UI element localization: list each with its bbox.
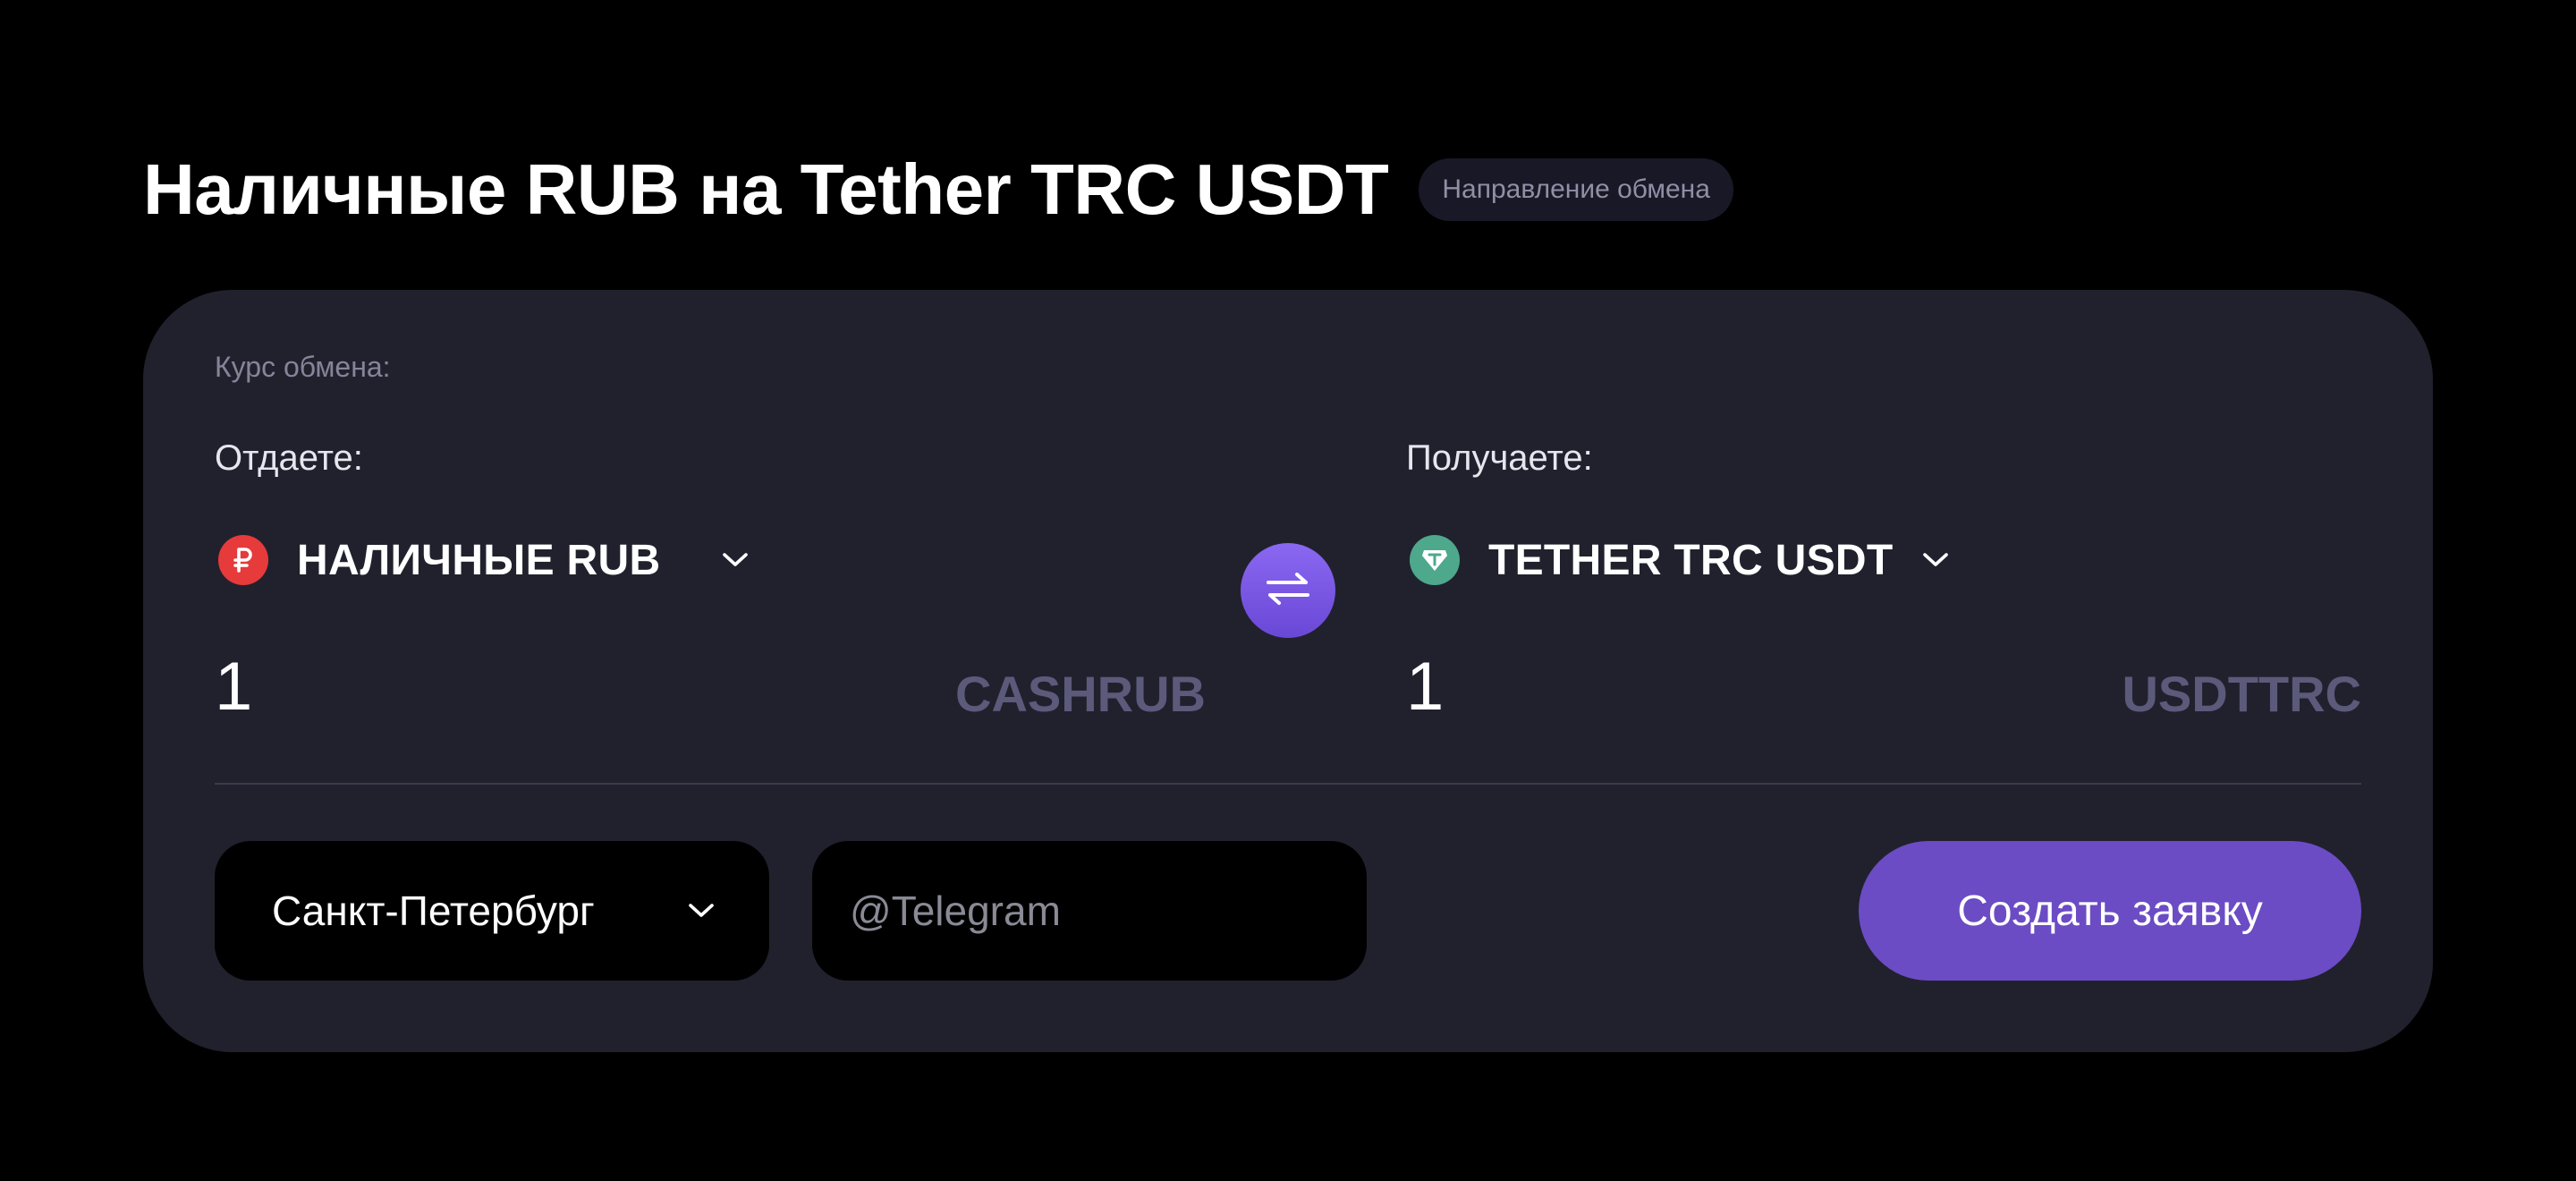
give-amount[interactable]	[215, 648, 483, 726]
give-currency-name: НАЛИЧНЫЕ RUB	[297, 536, 661, 584]
chevron-down-icon	[683, 893, 719, 929]
telegram-field[interactable]	[812, 841, 1367, 981]
exchange-card: Курс обмена: Отдаете: НАЛИЧНЫЕ RUB CASHR…	[143, 290, 2433, 1052]
receive-currency-code: USDTTRC	[2122, 666, 2361, 722]
chevron-down-icon	[717, 542, 753, 578]
give-currency-select[interactable]: НАЛИЧНЫЕ RUB	[218, 524, 753, 596]
divider	[215, 783, 2361, 785]
city-value: Санкт-Петербург	[272, 888, 595, 934]
direction-badge: Направление обмена	[1419, 158, 1733, 221]
ruble-coin-icon	[218, 535, 268, 585]
give-currency-code: CASHRUB	[955, 666, 1206, 722]
page-title: Наличные RUB на Tether TRC USDT	[143, 149, 1389, 229]
page-header: Наличные RUB на Tether TRC USDT Направле…	[143, 143, 1733, 236]
receive-amount-input[interactable]	[1406, 648, 1674, 726]
tether-coin-icon	[1410, 535, 1460, 585]
telegram-input[interactable]	[848, 886, 1331, 936]
receive-currency-name: TETHER TRC USDT	[1488, 536, 1894, 584]
city-select[interactable]: Санкт-Петербург	[215, 841, 769, 981]
give-amount-input[interactable]	[215, 648, 483, 726]
chevron-down-icon	[1918, 542, 1953, 578]
receive-label: Получаете:	[1406, 438, 1593, 478]
exchange-rate-label: Курс обмена:	[215, 351, 391, 383]
swap-arrows-icon	[1265, 571, 1311, 611]
swap-button[interactable]	[1241, 543, 1335, 638]
receive-amount[interactable]	[1406, 648, 1674, 726]
create-request-button[interactable]: Создать заявку	[1859, 841, 2361, 981]
give-label: Отдаете:	[215, 438, 363, 478]
receive-currency-select[interactable]: TETHER TRC USDT	[1410, 524, 1953, 596]
